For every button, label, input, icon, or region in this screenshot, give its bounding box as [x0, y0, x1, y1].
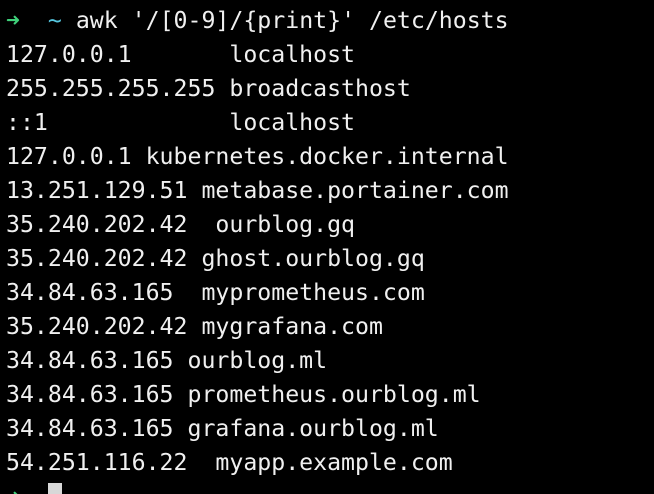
output-line: 34.84.63.165 prometheus.ourblog.ml [6, 381, 481, 408]
output-line: 34.84.63.165 ourblog.ml [6, 347, 328, 374]
output-line: ::1 localhost [6, 109, 356, 136]
output-line: 35.240.202.42 mygrafana.com [6, 313, 383, 340]
output-line: 35.240.202.42 ghost.ourblog.gq [6, 245, 425, 272]
next-prompt-line[interactable]: ➜ [6, 480, 654, 494]
output-line: 127.0.0.1 kubernetes.docker.internal [6, 143, 509, 170]
output-line: 35.240.202.42 ourblog.gq [6, 211, 356, 238]
command-prompt-line: ➜ ~ awk '/[0-9]/{print}' /etc/hosts [6, 4, 654, 38]
text-cursor[interactable] [47, 483, 62, 494]
prompt-directory: ~ [47, 7, 62, 34]
terminal-window[interactable]: ➜ ~ awk '/[0-9]/{print}' /etc/hosts 127.… [0, 0, 654, 494]
command-text: awk '/[0-9]/{print}' /etc/hosts [75, 7, 509, 34]
output-line: 255.255.255.255 broadcasthost [6, 75, 411, 102]
output-line: 34.84.63.165 myprometheus.com [6, 279, 425, 306]
prompt-arrow-icon: ➜ [6, 483, 20, 494]
output-line: 127.0.0.1 localhost [6, 41, 356, 68]
prompt-arrow-icon: ➜ [6, 7, 20, 34]
output-line: 34.84.63.165 grafana.ourblog.ml [6, 415, 439, 442]
output-line: 54.251.116.22 myapp.example.com [6, 449, 453, 476]
output-line: 13.251.129.51 metabase.portainer.com [6, 177, 509, 204]
